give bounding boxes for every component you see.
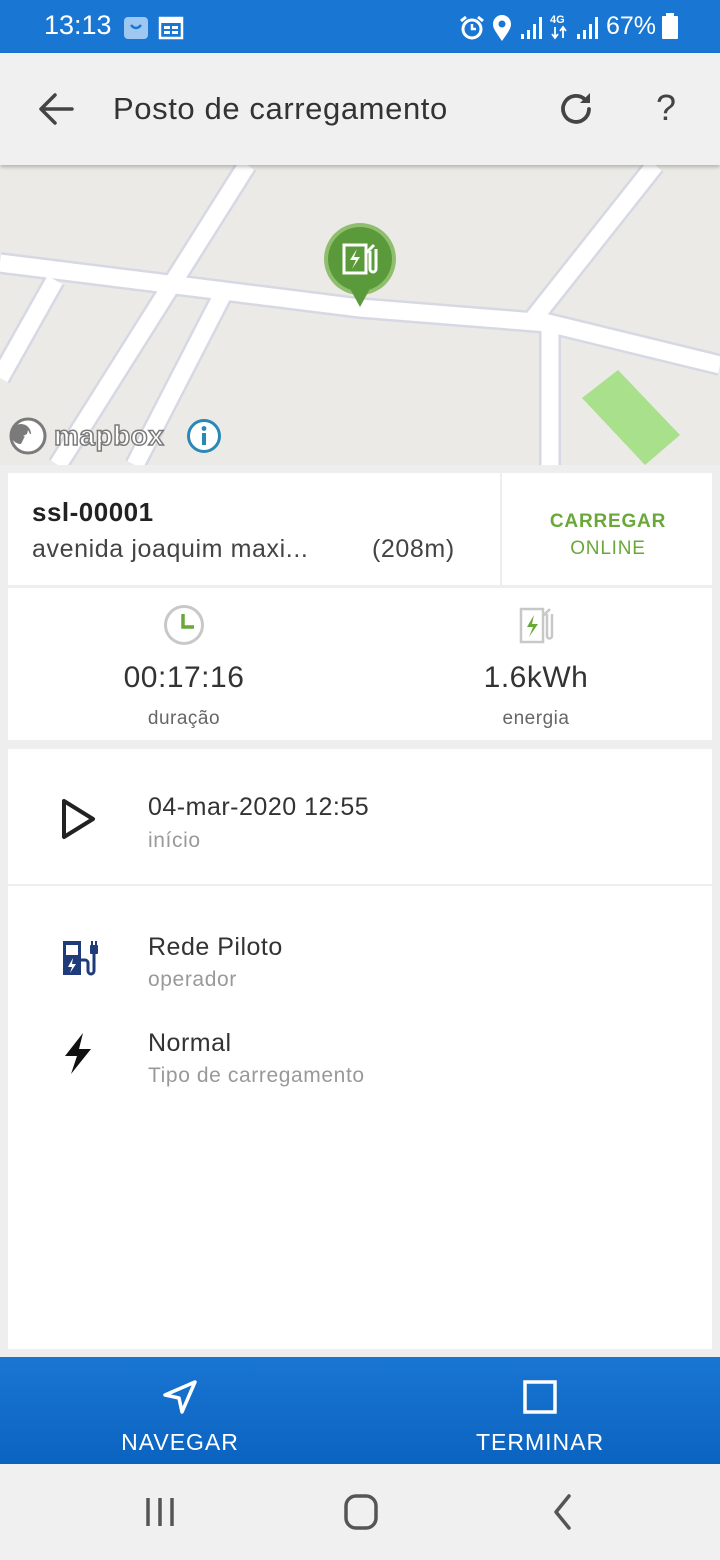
station-status-label: ONLINE [570,538,646,559]
duration-stat: 00:17:16 duração [8,588,360,740]
clock-icon [164,605,204,645]
battery-percentage: 67% [606,12,657,40]
park-area [582,370,680,465]
operator-row: Rede Piloto operador [8,886,712,991]
mapbox-logo[interactable]: mapbox [8,415,165,457]
start-time-row: 04-mar-2020 12:55 início [8,749,712,884]
lightning-icon [65,1033,91,1074]
navigate-button[interactable]: NAVEGAR [0,1357,360,1464]
signal-icon [577,17,598,39]
station-id: ssl-00001 [32,497,154,527]
map-view[interactable]: mapbox [0,165,720,465]
signal-icon [521,17,542,39]
back-nav-icon[interactable] [541,1490,585,1534]
charging-station-icon [519,607,554,644]
calendar-icon [158,16,184,40]
svg-text:4G: 4G [550,14,565,26]
battery-icon [662,13,678,39]
station-info[interactable]: ssl-00001 avenida joaquim maxi... (208m) [8,473,502,585]
help-button[interactable]: ? [656,87,676,129]
charge-status-button[interactable]: CARREGAR ONLINE [504,473,712,585]
station-card: ssl-00001 avenida joaquim maxi... (208m)… [8,473,712,585]
operator-value: Rede Piloto [148,933,283,961]
stop-label: TERMINAR [475,1429,605,1455]
station-distance: (208m) [372,535,455,563]
system-navigation-bar [0,1464,720,1560]
start-time-value: 04-mar-2020 12:55 [148,793,370,821]
app-bar: Posto de carregamento ? [0,53,720,165]
station-address: avenida joaquim maxi... [32,535,309,563]
bag-icon [124,17,148,39]
duration-value: 00:17:16 [123,661,245,694]
mapbox-attribution: mapbox [53,419,165,452]
page-title: Posto de carregamento [113,91,448,126]
arrow-back-icon[interactable] [36,89,76,129]
charge-action-label: CARREGAR [549,511,667,532]
stop-square-icon [523,1380,557,1414]
status-bar: 13:13 4G 67% [0,0,720,53]
charge-type-value: Normal [148,1029,232,1057]
info-icon[interactable] [186,418,222,454]
energy-value: 1.6kWh [483,661,589,694]
ev-charger-icon [63,941,98,976]
energy-label: energia [502,708,570,729]
duration-label: duração [147,708,221,729]
session-stats: 00:17:16 duração 1.6kWh energia [8,588,712,740]
energy-stat: 1.6kWh energia [360,588,712,740]
play-icon [62,799,95,839]
alarm-icon [460,15,484,40]
4g-icon: 4G [550,14,567,40]
session-details: 04-mar-2020 12:55 início Rede Piloto ope… [8,749,712,1349]
charge-type-row: Normal Tipo de carregamento [8,982,712,1087]
charging-station-marker[interactable] [322,221,398,311]
recent-apps-icon[interactable] [138,1490,182,1534]
mapbox-icon [9,417,47,455]
action-bar: NAVEGAR TERMINAR [0,1357,720,1464]
charge-type-label: Tipo de carregamento [148,1064,365,1087]
home-icon[interactable] [339,1490,383,1534]
start-time-label: início [148,829,201,852]
navigation-arrow-icon [163,1380,197,1414]
location-icon [493,15,511,41]
navigate-label: NAVEGAR [121,1429,239,1455]
status-time: 13:13 [44,10,112,40]
stop-button[interactable]: TERMINAR [360,1357,720,1464]
refresh-icon[interactable] [556,89,596,129]
